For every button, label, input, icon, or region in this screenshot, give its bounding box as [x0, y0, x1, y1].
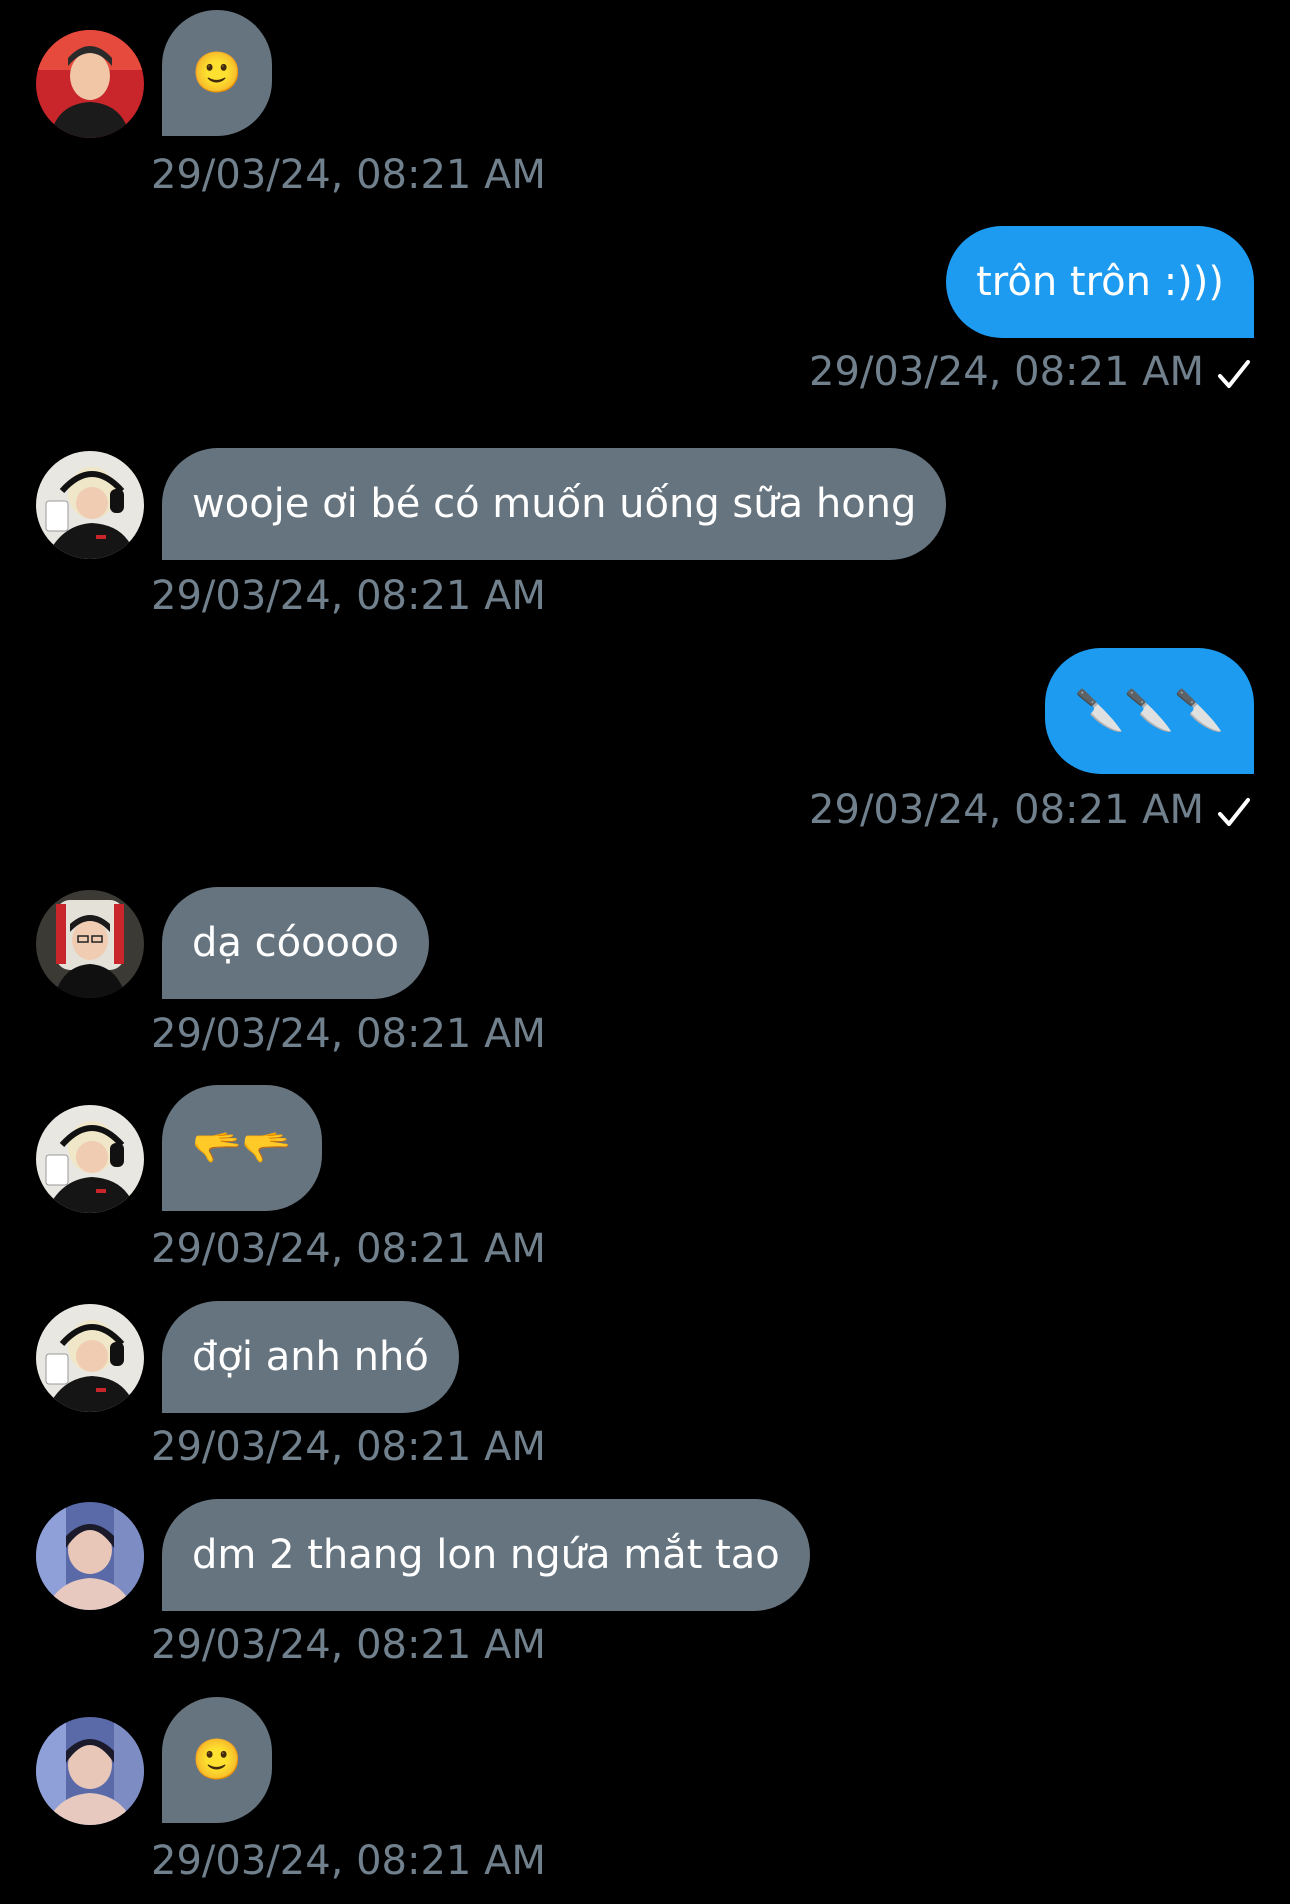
avatar[interactable] [36, 1502, 144, 1610]
message-timestamp: 29/03/24, 08:21 AM [809, 349, 1204, 395]
message-text: 🙂 [192, 1737, 242, 1783]
message-timestamp: 29/03/24, 08:21 AM [151, 1424, 546, 1470]
message-text: 🔪🔪🔪 [1074, 688, 1224, 734]
avatar-red-background-icon [36, 30, 144, 138]
message-timestamp: 29/03/24, 08:21 AM [151, 1226, 546, 1272]
message-timestamp: 29/03/24, 08:21 AM [151, 1838, 546, 1884]
message-timestamp: 29/03/24, 08:21 AM [151, 1011, 546, 1057]
message-text: đợi anh nhó [192, 1334, 429, 1380]
message-text: dm 2 thang lon ngứa mắt tao [192, 1532, 780, 1578]
avatar[interactable] [36, 1717, 144, 1825]
message-text: 🫳🫳 [192, 1125, 292, 1171]
message-text: wooje ơi bé có muốn uống sữa hong [192, 481, 917, 527]
avatar[interactable] [36, 30, 144, 138]
message-text: 🙂 [192, 50, 242, 96]
message-bubble[interactable]: wooje ơi bé có muốn uống sữa hong [162, 448, 947, 560]
message-text: dạ cóoooo [192, 920, 399, 966]
avatar-headset-drinking-icon [36, 1105, 144, 1213]
message-timestamp: 29/03/24, 08:21 AM [151, 152, 546, 198]
message-bubble[interactable]: dm 2 thang lon ngứa mắt tao [162, 1499, 810, 1611]
avatar[interactable] [36, 890, 144, 998]
avatar[interactable] [36, 1304, 144, 1412]
avatar-blue-room-icon [36, 1502, 144, 1610]
message-bubble[interactable]: 🙂 [162, 10, 272, 136]
check-icon [1216, 788, 1252, 836]
check-icon [1216, 350, 1252, 398]
message-timestamp: 29/03/24, 08:21 AM [151, 573, 546, 619]
message-bubble[interactable]: trôn trôn :))) [946, 226, 1254, 338]
message-bubble[interactable]: đợi anh nhó [162, 1301, 459, 1413]
message-bubble[interactable]: 🫳🫳 [162, 1085, 322, 1211]
message-text: trôn trôn :))) [976, 259, 1224, 305]
avatar-headset-drinking-icon [36, 451, 144, 559]
avatar-gaming-chair-icon [36, 890, 144, 998]
message-bubble[interactable]: dạ cóoooo [162, 887, 429, 999]
avatar-headset-drinking-icon [36, 1304, 144, 1412]
message-timestamp: 29/03/24, 08:21 AM [809, 787, 1204, 833]
avatar[interactable] [36, 451, 144, 559]
message-bubble[interactable]: 🙂 [162, 1697, 272, 1823]
avatar-blue-room-icon [36, 1717, 144, 1825]
message-timestamp: 29/03/24, 08:21 AM [151, 1622, 546, 1668]
message-bubble[interactable]: 🔪🔪🔪 [1044, 648, 1254, 774]
avatar[interactable] [36, 1105, 144, 1213]
